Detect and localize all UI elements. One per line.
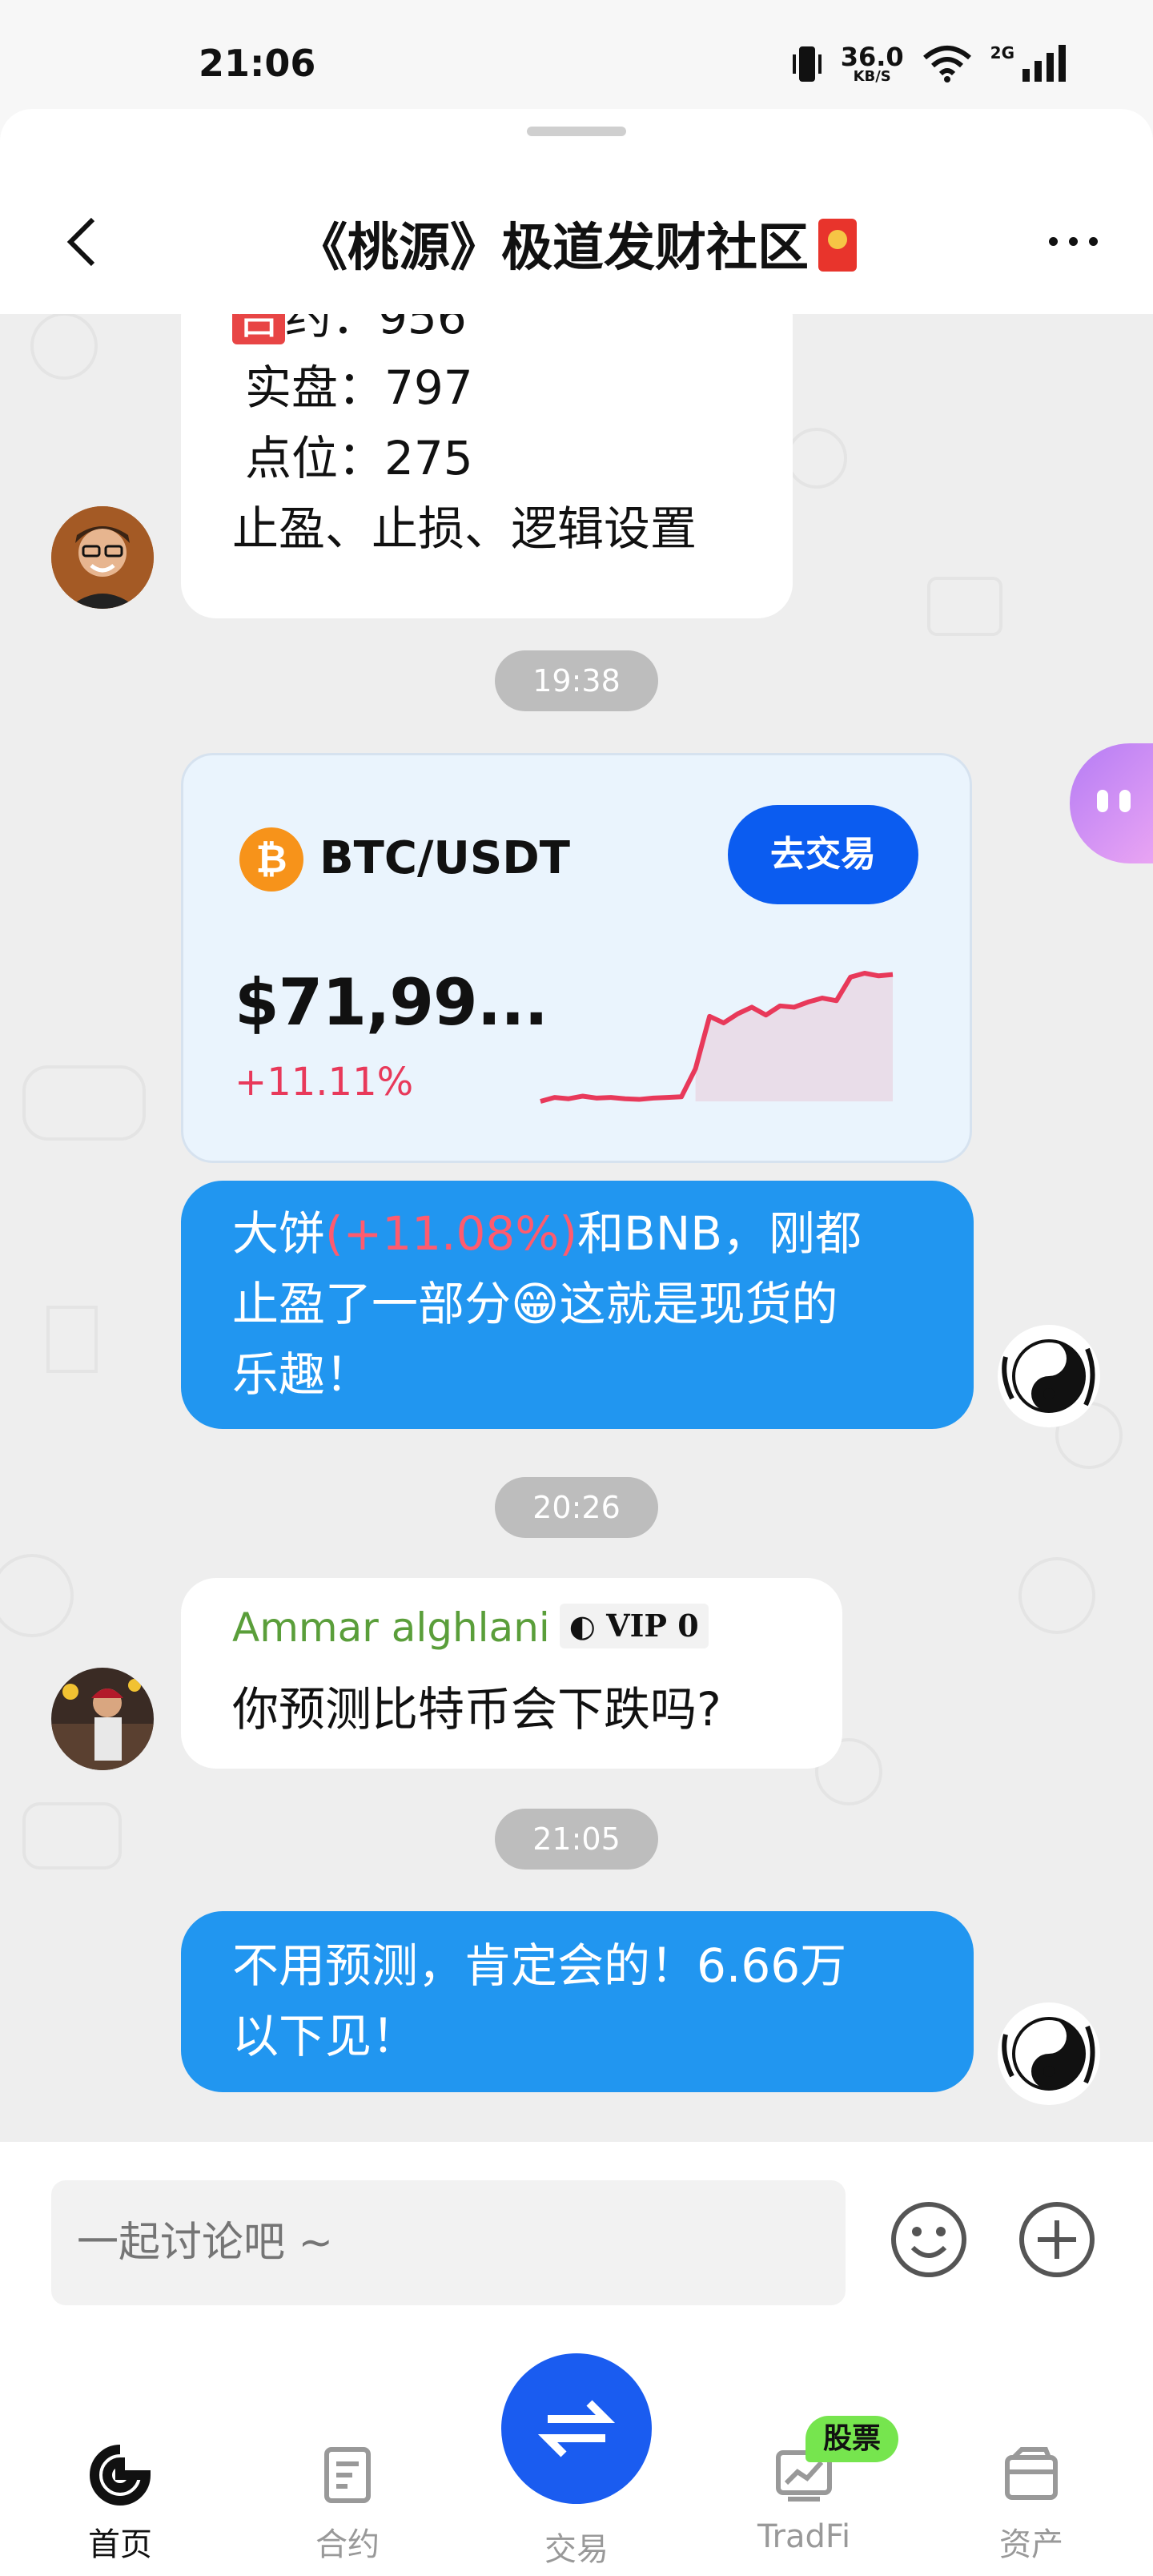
vip-badge: ◐ VIP 0 (559, 1604, 709, 1648)
ticker-card[interactable]: ₿ BTC/USDT 去交易 $71,99... +11.11% (181, 753, 972, 1163)
trading-pair: BTC/USDT (319, 832, 570, 884)
message-line: 乐趣！ (232, 1347, 372, 1402)
message-text: 合约：956 实盘：797 点位：275 止盈、止损、逻辑设置 (232, 314, 777, 564)
message-line-text: 约：956 (285, 314, 467, 344)
wifi-icon (922, 46, 971, 83)
user-avatar-image (51, 1668, 154, 1770)
message-bubble-incoming[interactable]: 合约：956 实盘：797 点位：275 止盈、止损、逻辑设置 (181, 314, 793, 618)
user-avatar-image (51, 506, 154, 609)
tab-label: 交易 (544, 2531, 609, 2568)
attach-button[interactable] (1017, 2200, 1097, 2280)
more-dot (1088, 236, 1098, 246)
message-line: 止盈、止损、逻辑设置 (232, 501, 697, 556)
message-line: 实盘：797 (245, 360, 473, 415)
message-input[interactable] (51, 2180, 846, 2305)
message-line-text: 和BNB，刚都 (577, 1206, 862, 1261)
wallet-icon (1005, 2447, 1058, 2500)
stock-badge: 股票 (805, 2416, 898, 2462)
avatar[interactable] (51, 1668, 154, 1770)
message-text: 不用预测，肯定会的！6.66万 以下见！ (232, 1930, 953, 2071)
my-avatar[interactable] (998, 1325, 1100, 1427)
contract-tag: 合 (232, 314, 286, 344)
network-speed: 36.0 KB/S (840, 42, 904, 85)
yin-yang-dragon-icon (1002, 2017, 1095, 2091)
tab-label: TradFi (757, 2518, 851, 2555)
avatar[interactable] (51, 506, 154, 609)
tab-home[interactable]: 首页 (40, 2443, 200, 2565)
message-text: 你预测比特币会下跌吗? (232, 1682, 721, 1737)
more-dot (1048, 236, 1058, 246)
message-line: 不用预测，肯定会的！6.66万 (232, 1938, 847, 1993)
chat-header: 《桃源》极道发财社区 (0, 109, 1153, 314)
bitcoin-icon: ₿ (239, 827, 303, 892)
message-line-text: 这就是现货的 (559, 1277, 838, 1331)
message-line: 以下见！ (232, 2009, 419, 2063)
group-name: 《桃源》极道发财社区 (296, 219, 809, 278)
timestamp: 19:38 (495, 650, 658, 711)
bot-eye (1119, 790, 1131, 812)
tab-label: 首页 (88, 2526, 152, 2563)
bottom-tab-bar: 首页 合约 交易 TradFi 股票 资产 (0, 2331, 1153, 2576)
price-change: +11.11% (235, 1060, 414, 1105)
status-time: 21:06 (199, 42, 316, 85)
more-button[interactable] (1033, 213, 1113, 269)
message-bubble-outgoing[interactable]: 不用预测，肯定会的！6.66万 以下见！ (181, 1911, 974, 2092)
message-line: 点位：275 (245, 431, 473, 485)
emoji-button[interactable] (889, 2200, 969, 2280)
price-sparkline (540, 971, 894, 1104)
gate-logo-icon: ◐ (568, 1608, 607, 1644)
message-bubble-outgoing[interactable]: 大饼(+11.08%)和BNB，刚都 止盈了一部分😁这就是现货的 乐趣！ (181, 1181, 974, 1429)
tab-label: 资产 (999, 2526, 1063, 2563)
plus-circle-icon (1019, 2202, 1095, 2277)
my-avatar[interactable] (998, 2002, 1100, 2105)
sheet-grabber[interactable] (527, 127, 626, 136)
bot-eye (1097, 790, 1108, 812)
grin-emoji: 😁 (511, 1277, 560, 1331)
smiley-icon (891, 2202, 966, 2277)
status-bar: 21:06 36.0 KB/S 2G (0, 0, 1153, 112)
network-type: 2G (990, 43, 1014, 62)
timestamp: 20:26 (495, 1477, 658, 1538)
message-line: 合约：956 (232, 314, 777, 352)
message-line-text: 止盈了一部分 (232, 1277, 512, 1331)
price: $71,99... (235, 965, 548, 1040)
status-icons: 36.0 KB/S 2G (791, 40, 1069, 88)
trade-center-button[interactable] (501, 2353, 652, 2504)
vip-level: VIP 0 (606, 1608, 699, 1644)
message-line-text: 大饼 (232, 1206, 326, 1261)
red-envelope-icon (818, 219, 857, 272)
sender-name[interactable]: Ammar alghlani (232, 1604, 550, 1651)
yin-yang-dragon-icon (1002, 1339, 1095, 1413)
tab-assets[interactable]: 资产 (951, 2443, 1111, 2565)
signal-icon (1022, 45, 1066, 82)
gate-logo-icon (90, 2445, 151, 2506)
page-title: 《桃源》极道发财社区 (0, 207, 1153, 280)
tab-trade[interactable]: 交易 (496, 2523, 657, 2570)
message-text: 大饼(+11.08%)和BNB，刚都 止盈了一部分😁这就是现货的 乐趣！ (232, 1198, 953, 1410)
vibrate-icon (792, 46, 822, 82)
message-line: 大饼(+11.08%)和BNB，刚都 (232, 1198, 953, 1269)
percent-highlight: (+11.08%) (325, 1206, 578, 1261)
tab-futures[interactable]: 合约 (267, 2443, 428, 2565)
sender-row: Ammar alghlani ◐ VIP 0 (232, 1604, 709, 1651)
message-line: 止盈了一部分😁这就是现货的 (232, 1269, 953, 1339)
more-dot (1068, 236, 1078, 246)
timestamp: 21:05 (495, 1809, 658, 1870)
swap-arrows-icon (537, 2400, 616, 2457)
sparkline-area (695, 973, 893, 1101)
message-bubble-incoming[interactable]: Ammar alghlani ◐ VIP 0 你预测比特币会下跌吗? (181, 1578, 842, 1769)
chat-area[interactable]: 合约：956 实盘：797 点位：275 止盈、止损、逻辑设置 19:38 ₿ … (0, 314, 1153, 2142)
go-trade-button[interactable]: 去交易 (728, 805, 918, 904)
document-icon (324, 2447, 371, 2503)
tab-label: 合约 (315, 2526, 380, 2563)
